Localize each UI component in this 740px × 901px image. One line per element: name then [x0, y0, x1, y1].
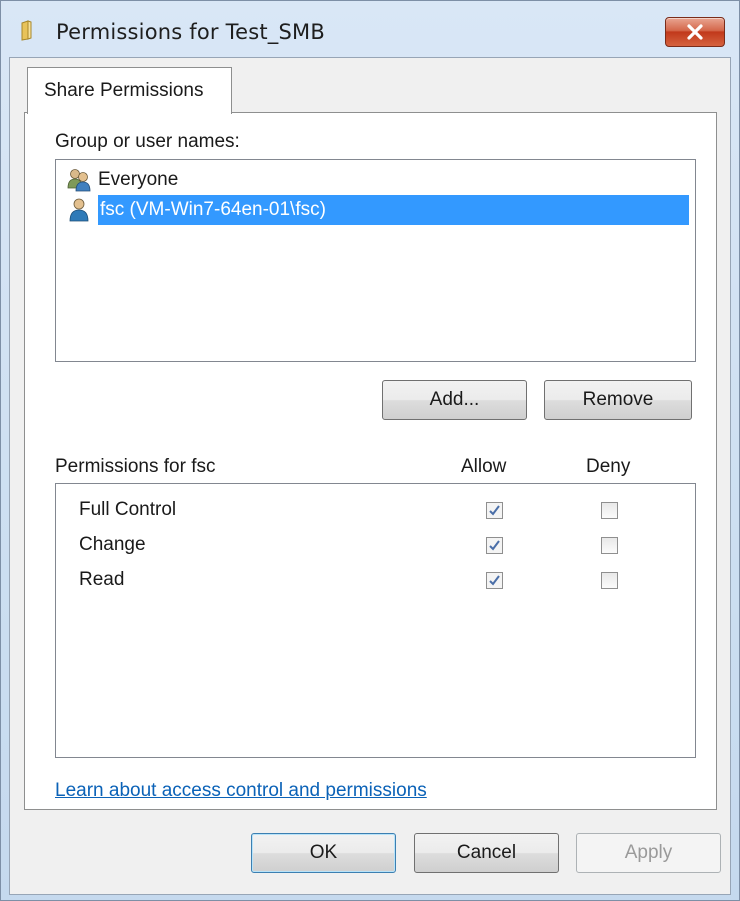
list-item-label: Everyone: [98, 169, 179, 190]
list-item-everyone[interactable]: Everyone: [66, 165, 178, 195]
checkmark-icon: [489, 505, 500, 516]
list-item-fsc[interactable]: fsc (VM-Win7-64en-01\fsc): [66, 195, 689, 225]
checkmark-icon: [489, 540, 500, 551]
user-icon: [69, 198, 89, 222]
learn-access-control-link[interactable]: Learn about access control and permissio…: [55, 780, 427, 802]
tab-label: Share Permissions: [44, 80, 204, 101]
allow-read-checkbox[interactable]: [486, 572, 503, 589]
apply-button[interactable]: Apply: [576, 833, 721, 873]
remove-button[interactable]: Remove: [544, 380, 692, 420]
deny-full-control-checkbox[interactable]: [601, 502, 618, 519]
permissions-list: Full Control Change Read: [55, 483, 696, 758]
dialog-client: Share Permissions Group or user names: E…: [9, 57, 731, 895]
permissions-dialog: Permissions for Test_SMB Share Permissio…: [0, 0, 740, 901]
deny-read-checkbox[interactable]: [601, 572, 618, 589]
folder-icon: [21, 20, 32, 41]
list-item-label: fsc (VM-Win7-64en-01\fsc): [98, 195, 689, 225]
close-icon: [687, 24, 703, 40]
add-button[interactable]: Add...: [382, 380, 527, 420]
permission-name: Change: [79, 534, 146, 555]
cancel-button[interactable]: Cancel: [414, 833, 559, 873]
permission-name: Full Control: [79, 499, 177, 520]
permission-name: Read: [79, 569, 125, 590]
group-list[interactable]: Everyone fsc (VM-Win7-64en-01\fsc): [55, 159, 696, 362]
window-title: Permissions for Test_SMB: [56, 20, 325, 44]
permission-row-read: Read: [56, 565, 695, 595]
permissions-for-label: Permissions for fsc: [55, 456, 216, 477]
deny-column-header: Deny: [586, 456, 631, 477]
group-users-icon: [67, 169, 91, 192]
group-names-label: Group or user names:: [55, 131, 240, 152]
title-bar[interactable]: Permissions for Test_SMB: [1, 1, 739, 53]
deny-change-checkbox[interactable]: [601, 537, 618, 554]
tab-share-permissions[interactable]: Share Permissions: [27, 67, 232, 114]
permission-row-full-control: Full Control: [56, 495, 695, 525]
checkmark-icon: [489, 575, 500, 586]
close-button[interactable]: [665, 17, 725, 47]
allow-full-control-checkbox[interactable]: [486, 502, 503, 519]
ok-button[interactable]: OK: [251, 833, 396, 873]
allow-change-checkbox[interactable]: [486, 537, 503, 554]
allow-column-header: Allow: [461, 456, 507, 477]
permission-row-change: Change: [56, 530, 695, 560]
